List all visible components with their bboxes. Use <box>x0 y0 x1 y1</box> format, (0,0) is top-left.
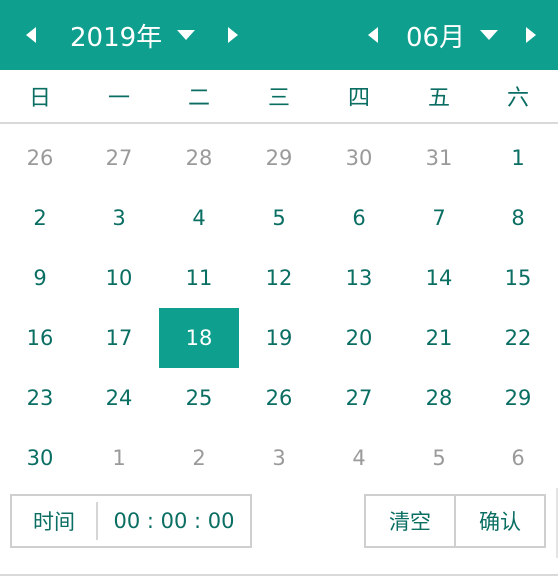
next-month-button[interactable] <box>514 0 548 70</box>
caret-down-icon <box>479 29 499 41</box>
caret-down-icon <box>176 29 196 41</box>
day-cell[interactable]: 3 <box>79 188 159 248</box>
day-cell[interactable]: 19 <box>239 308 319 368</box>
weekday-header: 日 一 二 三 四 五 六 <box>0 70 558 124</box>
caret-left-icon <box>25 26 37 44</box>
day-cell[interactable]: 26 <box>239 368 319 428</box>
day-cell[interactable]: 30 <box>0 428 80 488</box>
day-cell-other-month[interactable]: 1 <box>79 428 159 488</box>
day-cell[interactable]: 5 <box>239 188 319 248</box>
day-cell-other-month[interactable]: 2 <box>159 428 239 488</box>
day-cell[interactable]: 10 <box>79 248 159 308</box>
day-cell[interactable]: 12 <box>239 248 319 308</box>
day-cell-other-month[interactable]: 4 <box>319 428 399 488</box>
day-cell[interactable]: 9 <box>0 248 80 308</box>
day-cell[interactable]: 17 <box>79 308 159 368</box>
caret-right-icon <box>525 26 537 44</box>
month-label: 06月 <box>406 22 466 53</box>
weekday-sun: 日 <box>28 86 51 111</box>
day-cell[interactable]: 15 <box>478 248 558 308</box>
day-cell[interactable]: 29 <box>478 368 558 428</box>
day-cell-other-month[interactable]: 26 <box>0 128 80 188</box>
day-cell[interactable]: 7 <box>399 188 479 248</box>
time-value[interactable]: 00 : 00 : 00 <box>98 509 250 533</box>
day-cell[interactable]: 4 <box>159 188 239 248</box>
date-picker: 2019年 06月 日 一 二 三 四 五 六 26 27 28 29 30 3… <box>0 0 558 576</box>
day-cell-other-month[interactable]: 29 <box>239 128 319 188</box>
day-cell[interactable]: 8 <box>478 188 558 248</box>
day-cell[interactable]: 28 <box>399 368 479 428</box>
day-cell-selected[interactable]: 18 <box>159 308 239 368</box>
day-cell-other-month[interactable]: 27 <box>79 128 159 188</box>
day-cell-other-month[interactable]: 6 <box>478 428 558 488</box>
day-cell-other-month[interactable]: 5 <box>399 428 479 488</box>
day-cell[interactable]: 13 <box>319 248 399 308</box>
day-cell[interactable]: 23 <box>0 368 80 428</box>
weekday-sat: 六 <box>506 86 529 111</box>
year-label: 2019年 <box>70 22 163 53</box>
year-selector[interactable]: 2019年 <box>70 0 196 70</box>
month-selector[interactable]: 06月 <box>406 0 499 70</box>
weekday-wed: 三 <box>267 86 290 111</box>
picker-header: 2019年 06月 <box>0 0 558 70</box>
prev-year-button[interactable] <box>14 0 48 70</box>
day-grid: 26 27 28 29 30 31 1 2 3 4 5 6 7 8 9 10 11 12 13 14 15 16 17 18 1… <box>0 128 558 488</box>
day-cell[interactable]: 25 <box>159 368 239 428</box>
day-cell-other-month[interactable]: 3 <box>239 428 319 488</box>
prev-month-button[interactable] <box>356 0 390 70</box>
day-cell-other-month[interactable]: 28 <box>159 128 239 188</box>
day-cell-other-month[interactable]: 30 <box>319 128 399 188</box>
day-cell[interactable]: 16 <box>0 308 80 368</box>
day-cell[interactable]: 22 <box>478 308 558 368</box>
weekday-tue: 二 <box>187 86 210 111</box>
day-cell[interactable]: 2 <box>0 188 80 248</box>
day-cell[interactable]: 20 <box>319 308 399 368</box>
time-label-button[interactable]: 时间 <box>12 502 98 540</box>
weekday-thu: 四 <box>347 86 370 111</box>
day-cell[interactable]: 1 <box>478 128 558 188</box>
action-button-group: 清空 确认 <box>364 494 546 548</box>
day-cell-other-month[interactable]: 31 <box>399 128 479 188</box>
day-cell[interactable]: 21 <box>399 308 479 368</box>
caret-left-icon <box>367 26 379 44</box>
day-cell[interactable]: 27 <box>319 368 399 428</box>
day-cell[interactable]: 24 <box>79 368 159 428</box>
day-cell[interactable]: 11 <box>159 248 239 308</box>
next-year-button[interactable] <box>216 0 250 70</box>
picker-footer: 时间 00 : 00 : 00 清空 确认 <box>0 488 558 576</box>
day-cell[interactable]: 14 <box>399 248 479 308</box>
time-field: 时间 00 : 00 : 00 <box>10 494 252 548</box>
clear-button[interactable]: 清空 <box>366 496 456 546</box>
day-cell[interactable]: 6 <box>319 188 399 248</box>
caret-right-icon <box>227 26 239 44</box>
confirm-button[interactable]: 确认 <box>456 496 544 546</box>
weekday-fri: 五 <box>427 86 450 111</box>
weekday-mon: 一 <box>107 86 130 111</box>
